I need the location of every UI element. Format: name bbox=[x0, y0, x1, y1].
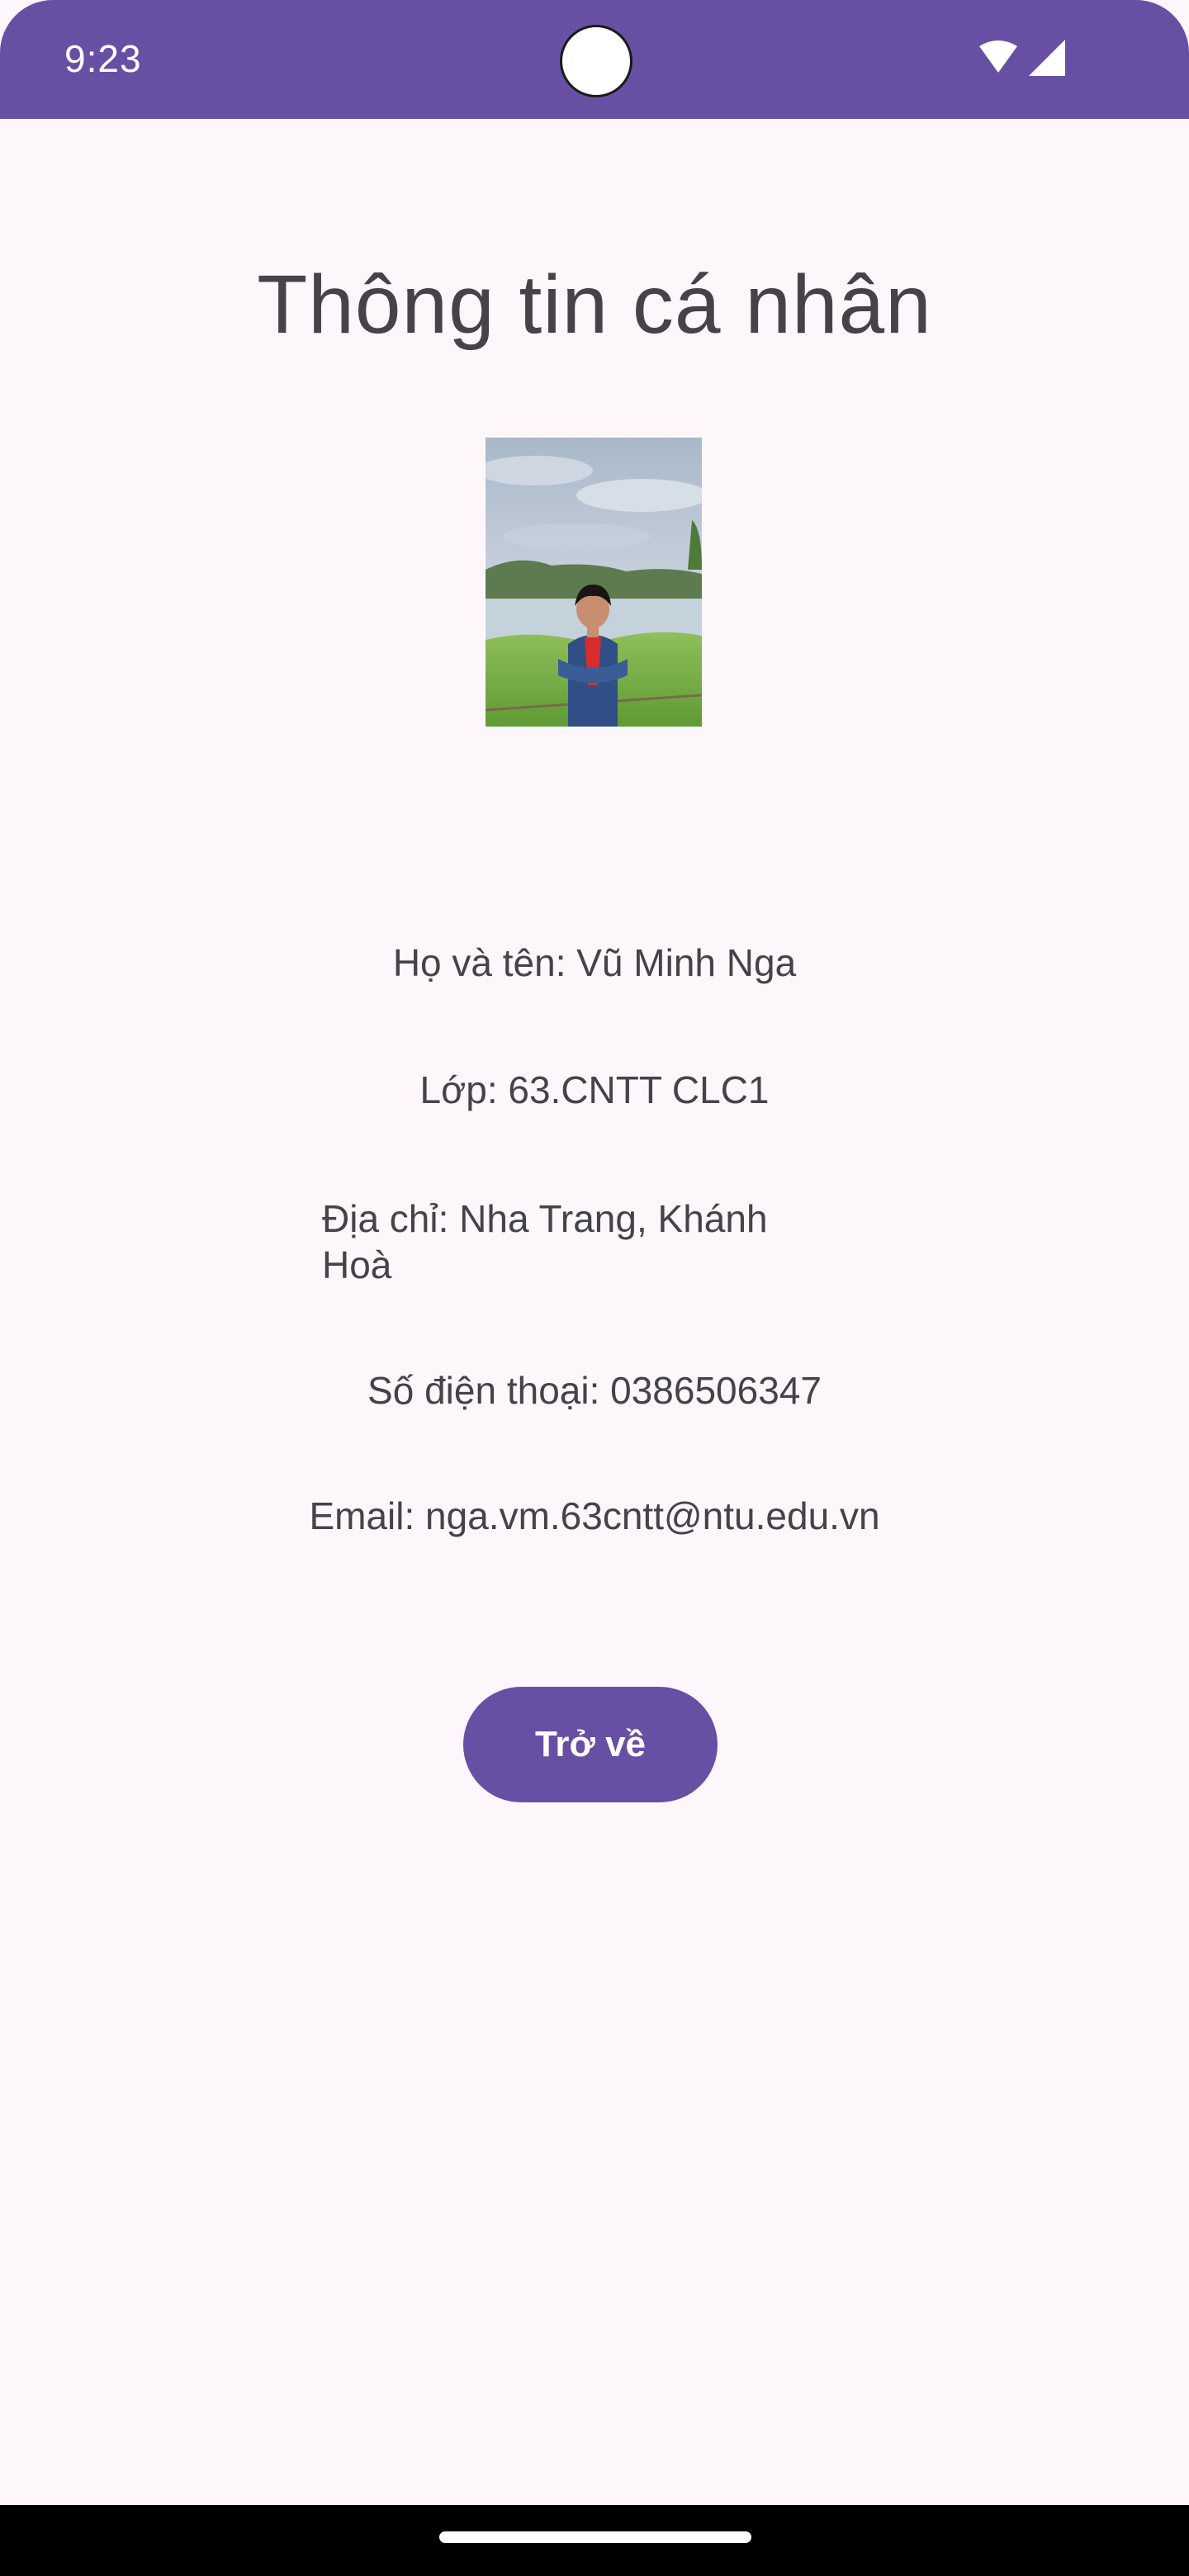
profile-address: Địa chỉ: Nha Trang, Khánh Hoà bbox=[322, 1197, 768, 1286]
page-title: Thông tin cá nhân bbox=[257, 258, 932, 351]
back-button[interactable]: Trở về bbox=[463, 1687, 718, 1802]
profile-name: Họ và tên: Vũ Minh Nga bbox=[392, 941, 797, 984]
cellular-signal-icon bbox=[1029, 40, 1065, 76]
status-bar: 9:23 bbox=[0, 0, 1189, 119]
front-camera-cutout bbox=[560, 25, 632, 97]
status-time: 9:23 bbox=[64, 37, 142, 80]
status-icons bbox=[978, 40, 1068, 79]
phone-screen: 9:23 Thông tin cá nhân Họ và tên: Vũ Min… bbox=[0, 0, 1189, 2576]
wifi-icon bbox=[979, 40, 1017, 73]
home-gesture-handle[interactable] bbox=[439, 2531, 751, 2543]
navigation-bar bbox=[0, 2505, 1189, 2576]
profile-email: Email: nga.vm.63cntt@ntu.edu.vn bbox=[309, 1494, 880, 1537]
profile-class: Lớp: 63.CNTT CLC1 bbox=[419, 1068, 770, 1111]
profile-photo bbox=[486, 438, 702, 727]
profile-phone: Số điện thoại: 0386506347 bbox=[367, 1369, 822, 1412]
